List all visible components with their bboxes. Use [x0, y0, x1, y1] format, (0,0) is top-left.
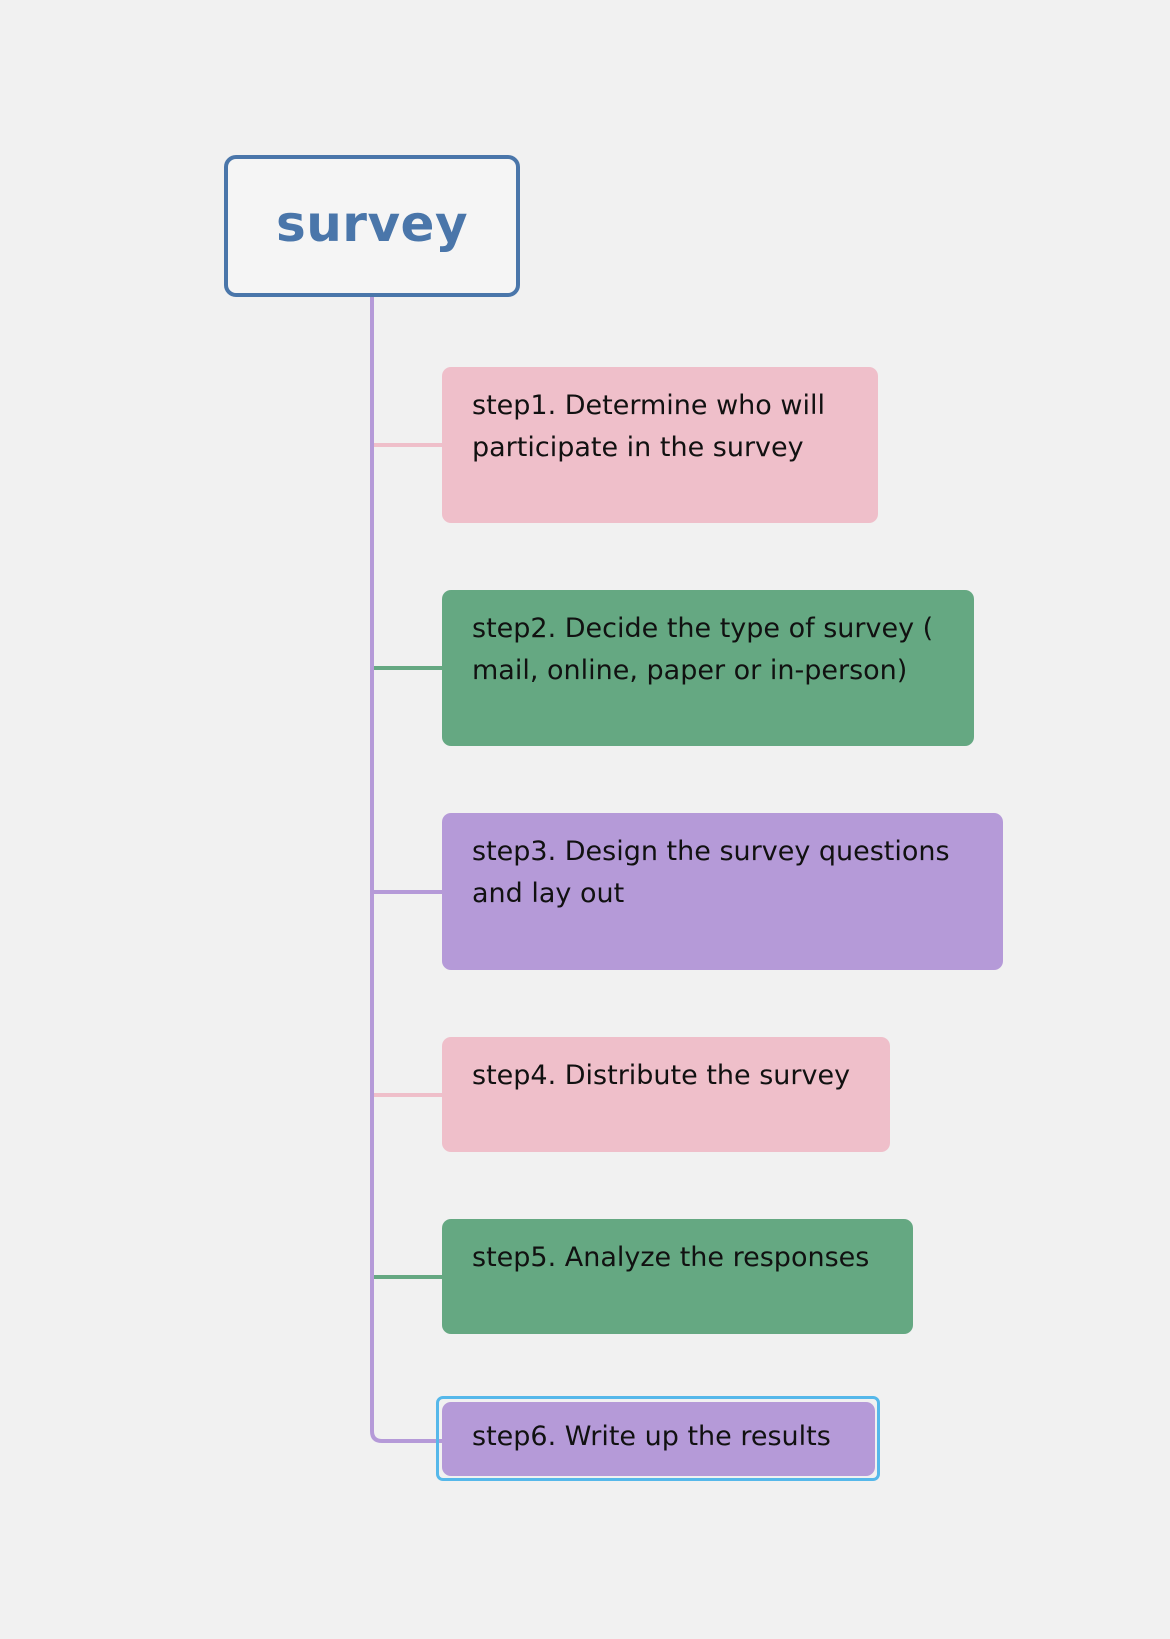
trunk-connector	[370, 295, 444, 1443]
step-label-line: step6. Write up the results	[472, 1421, 831, 1452]
step-label-line: mail, online, paper or in-person)	[472, 655, 908, 686]
step-label-line: and lay out	[472, 878, 625, 909]
step-label-line: step3. Design the survey questions	[472, 836, 950, 867]
step-label-line: step1. Determine who will	[472, 390, 825, 421]
root-topic-label: survey	[275, 195, 469, 253]
step-node-2[interactable]: step2. Decide the type of survey ( mail,…	[442, 590, 974, 746]
step-label-line: step4. Distribute the survey	[472, 1060, 851, 1091]
step-node-4[interactable]: step4. Distribute the survey	[442, 1037, 890, 1152]
step-label-line: step2. Decide the type of survey (	[472, 613, 934, 644]
step-node-6[interactable]: step6. Write up the results	[442, 1402, 875, 1476]
mind-map-canvas: survey step1. Determine who will partici…	[0, 0, 1170, 1639]
root-topic-node[interactable]: survey	[224, 155, 520, 297]
step-node-5[interactable]: step5. Analyze the responses	[442, 1219, 913, 1334]
step-label-line: step5. Analyze the responses	[472, 1242, 870, 1273]
step-node-1[interactable]: step1. Determine who will participate in…	[442, 367, 878, 523]
step-label-line: participate in the survey	[472, 432, 804, 463]
step-node-3[interactable]: step3. Design the survey questions and l…	[442, 813, 1003, 970]
